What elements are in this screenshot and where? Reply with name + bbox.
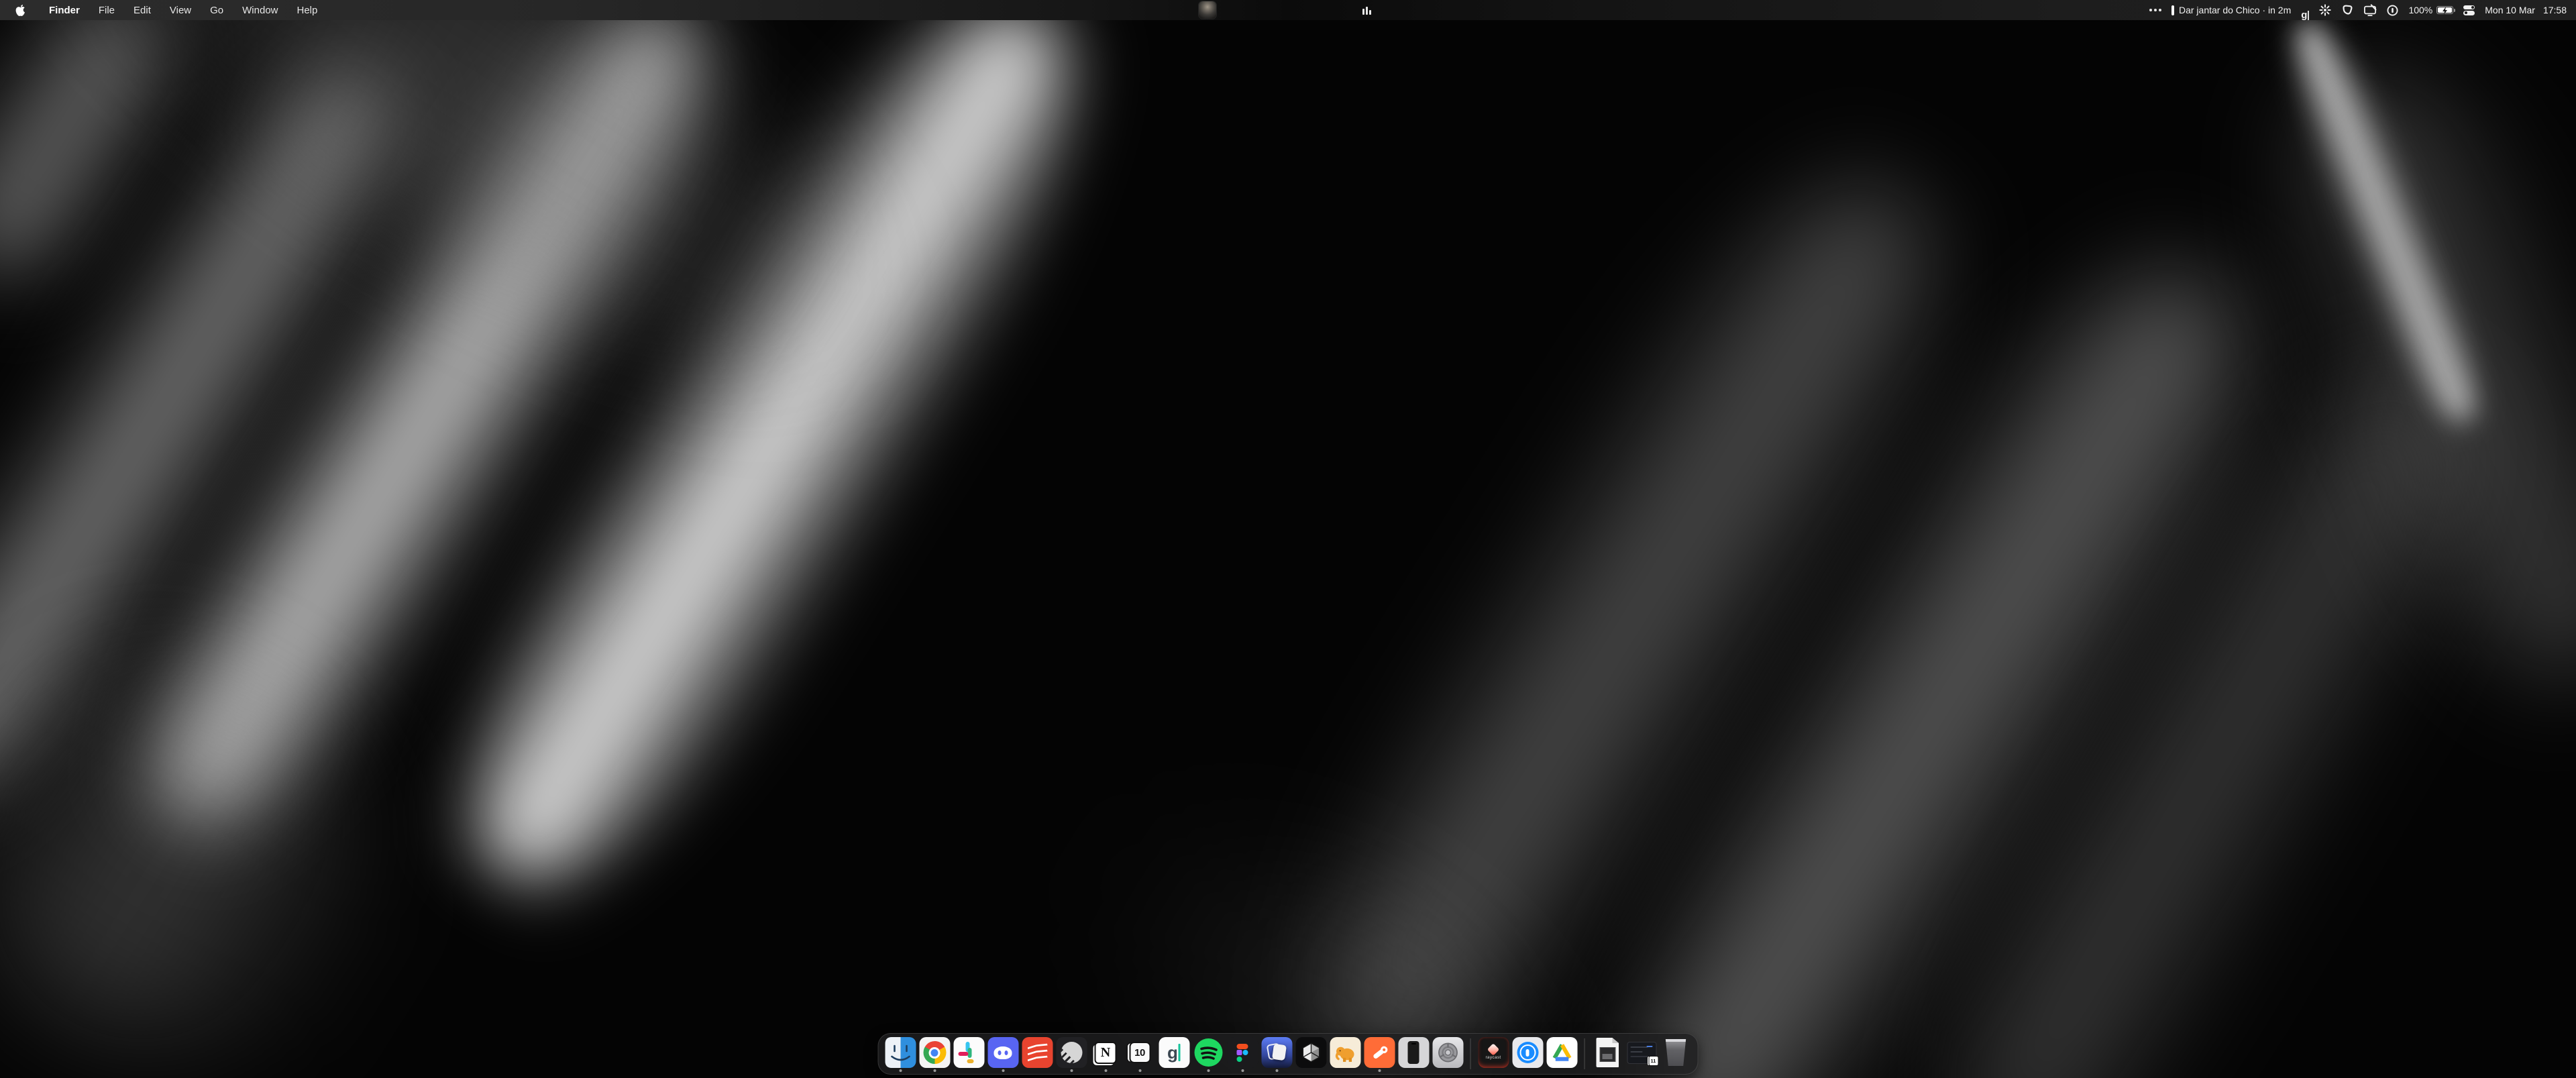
apple-menu-icon[interactable] — [15, 4, 26, 17]
running-indicator-dot — [899, 1069, 902, 1072]
dock-unity-icon[interactable] — [1294, 1034, 1328, 1074]
display-icon[interactable] — [2363, 0, 2377, 20]
running-indicator-dot — [1275, 1069, 1278, 1072]
menu-items: FileEditViewGoWindowHelp — [89, 5, 327, 16]
calendar-event-item[interactable]: Dar jantar do Chico · in 2m — [2171, 5, 2291, 15]
running-indicator-dot — [1002, 1069, 1004, 1072]
running-indicator-dot — [1241, 1069, 1244, 1072]
event-label: Dar jantar do Chico · in 2m — [2179, 5, 2291, 15]
running-indicator-dot — [1378, 1069, 1381, 1072]
now-playing-album-art[interactable] — [1199, 1, 1216, 19]
dock-chrome-icon[interactable] — [918, 1034, 952, 1074]
dock-document-file-icon[interactable] — [1591, 1034, 1625, 1074]
battery-status[interactable]: 100% — [2408, 5, 2453, 15]
dock-google-drive-icon[interactable] — [1545, 1034, 1579, 1074]
dock-spotify-icon[interactable] — [1191, 1034, 1226, 1074]
dock-slack-icon[interactable] — [952, 1034, 986, 1074]
menu-bar: Finder FileEditViewGoWindowHelp Dar jant… — [0, 0, 2576, 20]
dock-notion-calendar-icon[interactable]: 10 — [1123, 1034, 1157, 1074]
menu-help[interactable]: Help — [288, 5, 327, 16]
control-center-icon[interactable] — [2463, 0, 2475, 20]
menu-window[interactable]: Window — [233, 5, 287, 16]
running-indicator-dot — [1104, 1069, 1107, 1072]
date-label: Mon 10 Mar — [2485, 5, 2535, 15]
desktop[interactable]: Finder FileEditViewGoWindowHelp Dar jant… — [0, 0, 2576, 1078]
dock-todoist-icon[interactable] — [1020, 1034, 1055, 1074]
battery-icon — [2436, 6, 2453, 14]
dock-linear-icon[interactable] — [1055, 1034, 1089, 1074]
dock-notion-icon[interactable]: N — [1089, 1034, 1123, 1074]
menu-view[interactable]: View — [160, 5, 201, 16]
dock: N10g — [878, 1033, 1699, 1075]
dock-discord-icon[interactable] — [986, 1034, 1020, 1074]
running-indicator-dot — [933, 1069, 936, 1072]
dock-trash-icon[interactable] — [1659, 1034, 1693, 1074]
active-app-menu[interactable]: Finder — [40, 5, 89, 16]
1password-icon[interactable] — [2387, 0, 2398, 20]
event-color-bar — [2171, 5, 2174, 15]
dock-grammarly-icon[interactable]: g — [1157, 1034, 1191, 1074]
menu-edit[interactable]: Edit — [124, 5, 160, 16]
time-label: 17:58 — [2543, 5, 2567, 15]
dock-postman-icon[interactable] — [1362, 1034, 1397, 1074]
dock-paste-icon[interactable] — [1260, 1034, 1294, 1074]
dock-finder-icon[interactable] — [883, 1034, 918, 1074]
sun-icon[interactable] — [2319, 0, 2331, 20]
overflow-ellipsis-icon[interactable] — [2149, 0, 2161, 20]
battery-percent: 100% — [2408, 5, 2432, 15]
running-indicator-dot — [1138, 1069, 1141, 1072]
menu-bar-left: Finder FileEditViewGoWindowHelp — [0, 0, 327, 20]
dock-raycast-icon[interactable]: raycast — [1477, 1034, 1511, 1074]
dock-iphone-mirroring-icon[interactable] — [1397, 1034, 1431, 1074]
dock-minimized-window-icon[interactable]: 11 — [1625, 1034, 1659, 1074]
dock-postico-icon[interactable] — [1328, 1034, 1362, 1074]
audio-equalizer-icon[interactable] — [1362, 6, 1371, 15]
grammarly-icon[interactable]: g — [2301, 0, 2309, 20]
menu-file[interactable]: File — [89, 5, 124, 16]
dock-1password-icon[interactable] — [1511, 1034, 1545, 1074]
dock-system-settings-icon[interactable] — [1431, 1034, 1465, 1074]
dock-separator — [1470, 1038, 1471, 1069]
clock[interactable]: Mon 10 Mar 17:58 — [2485, 5, 2567, 15]
dock-figma-icon[interactable] — [1226, 1034, 1260, 1074]
menu-bar-status-area: Dar jantar do Chico · in 2m g — [2149, 0, 2576, 20]
pick-icon[interactable] — [2341, 0, 2353, 20]
running-indicator-dot — [1070, 1069, 1073, 1072]
wallpaper — [0, 0, 2576, 1078]
menu-go[interactable]: Go — [201, 5, 233, 16]
running-indicator-dot — [1207, 1069, 1210, 1072]
